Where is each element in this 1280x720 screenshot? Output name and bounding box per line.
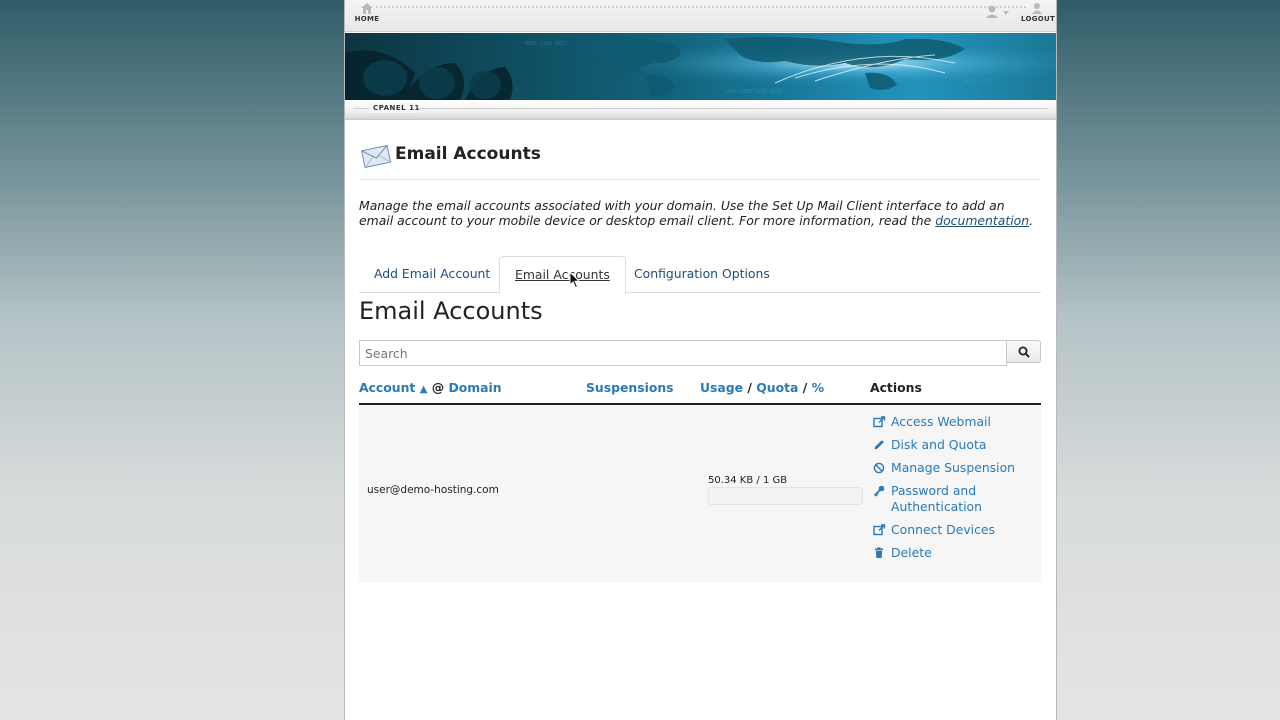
sort-percent-link[interactable]: % [812,380,824,395]
disk-and-quota-label: Disk and Quota [891,437,987,452]
logout-button[interactable]: LOGOUT [1021,2,1056,28]
external-link-icon [873,524,886,536]
pencil-icon [874,440,884,450]
external-link-icon [873,416,886,428]
table-header: Account ▲ @ Domain Suspensions Usage / Q… [359,376,1041,405]
description-text: Manage the email accounts associated wit… [359,198,1005,228]
sort-account-link[interactable]: Account [359,380,415,395]
search-row [359,340,1041,366]
search-button[interactable] [1006,340,1041,363]
manage-suspension-link[interactable]: Manage Suspension [873,460,1041,476]
usage-progress-bar [708,487,863,505]
top-navigation-bar: HOME LOGOUT [345,0,1056,32]
user-icon [986,5,1009,18]
search-icon [1018,346,1030,358]
column-usage: Usage / Quota / % [700,380,824,395]
table-row: user@demo-hosting.com 50.34 KB / 1 GB Ac… [359,405,1041,582]
tab-configuration-options[interactable]: Configuration Options [619,256,785,293]
account-email: user@demo-hosting.com [367,484,499,496]
banner-artwork: 0101 1101 0011 1001 0110 1110 0101 0110 … [345,33,1056,100]
delete-label: Delete [891,545,932,560]
at-separator: @ [431,380,445,395]
manage-suspension-label: Manage Suspension [891,460,1016,475]
key-icon [873,485,885,497]
envelope-icon [361,144,392,169]
access-webmail-link[interactable]: Access Webmail [873,414,1041,430]
sort-suspensions-link[interactable]: Suspensions [586,380,674,395]
section-title: Email Accounts [359,297,543,325]
sort-quota-link[interactable]: Quota [756,380,798,395]
logout-icon [1032,3,1042,14]
disk-and-quota-link[interactable]: Disk and Quota [873,437,1041,453]
connect-devices-label: Connect Devices [891,522,996,537]
logout-label: LOGOUT [1021,15,1056,23]
home-button[interactable]: HOME [351,2,383,28]
tab-bar: Add Email Account Email Accounts Configu… [359,256,1041,294]
page-title: Email Accounts [395,144,541,164]
brand-bar: CPANEL 11 [345,100,1056,120]
svg-text:0110 1011: 0110 1011 [965,79,992,85]
usage-text: 50.34 KB / 1 GB [708,475,788,486]
sort-usage-link[interactable]: Usage [700,380,743,395]
access-webmail-label: Access Webmail [891,414,991,429]
tab-add-email-account[interactable]: Add Email Account [359,256,505,293]
column-actions: Actions [870,380,922,395]
page-frame: HOME LOGOUT 0101 1101 0011 1001 0110 111… [344,0,1057,720]
tab-email-accounts[interactable]: Email Accounts [499,256,626,294]
slash-separator: / [802,380,808,395]
svg-text:1001 0110 1110 0101: 1001 0110 1110 0101 [725,89,782,95]
page-description: Manage the email accounts associated wit… [359,198,1041,228]
row-actions: Access Webmail Disk and Quota Manage Sus… [873,414,1041,568]
column-account-domain: Account ▲ @ Domain [359,380,502,395]
home-label: HOME [354,15,380,23]
trash-icon [875,547,883,558]
page-header: Email Accounts [359,140,1041,180]
divider-line [353,108,1048,109]
decorative-dots [375,5,1026,9]
sort-indicator-icon[interactable]: ▲ [420,384,428,395]
column-suspensions: Suspensions [586,380,674,395]
brand-label: CPANEL 11 [373,104,420,112]
delete-link[interactable]: Delete [873,545,1041,561]
header-banner: 0101 1101 0011 1001 0110 1110 0101 0110 … [345,33,1056,100]
home-icon [361,3,373,14]
sort-domain-link[interactable]: Domain [448,380,501,395]
search-input[interactable] [359,340,1007,366]
password-and-authentication-link[interactable]: Password and Authentication [873,483,1041,515]
description-end: . [1029,213,1034,228]
password-and-authentication-label: Password and Authentication [891,483,982,514]
slash-separator: / [747,380,752,395]
connect-devices-link[interactable]: Connect Devices [873,522,1041,538]
ban-icon [873,462,885,474]
mouse-cursor-icon [569,271,581,289]
documentation-link[interactable]: documentation [935,213,1029,228]
user-menu[interactable] [985,4,1015,20]
svg-text:0101 1101 0011: 0101 1101 0011 [525,41,567,47]
